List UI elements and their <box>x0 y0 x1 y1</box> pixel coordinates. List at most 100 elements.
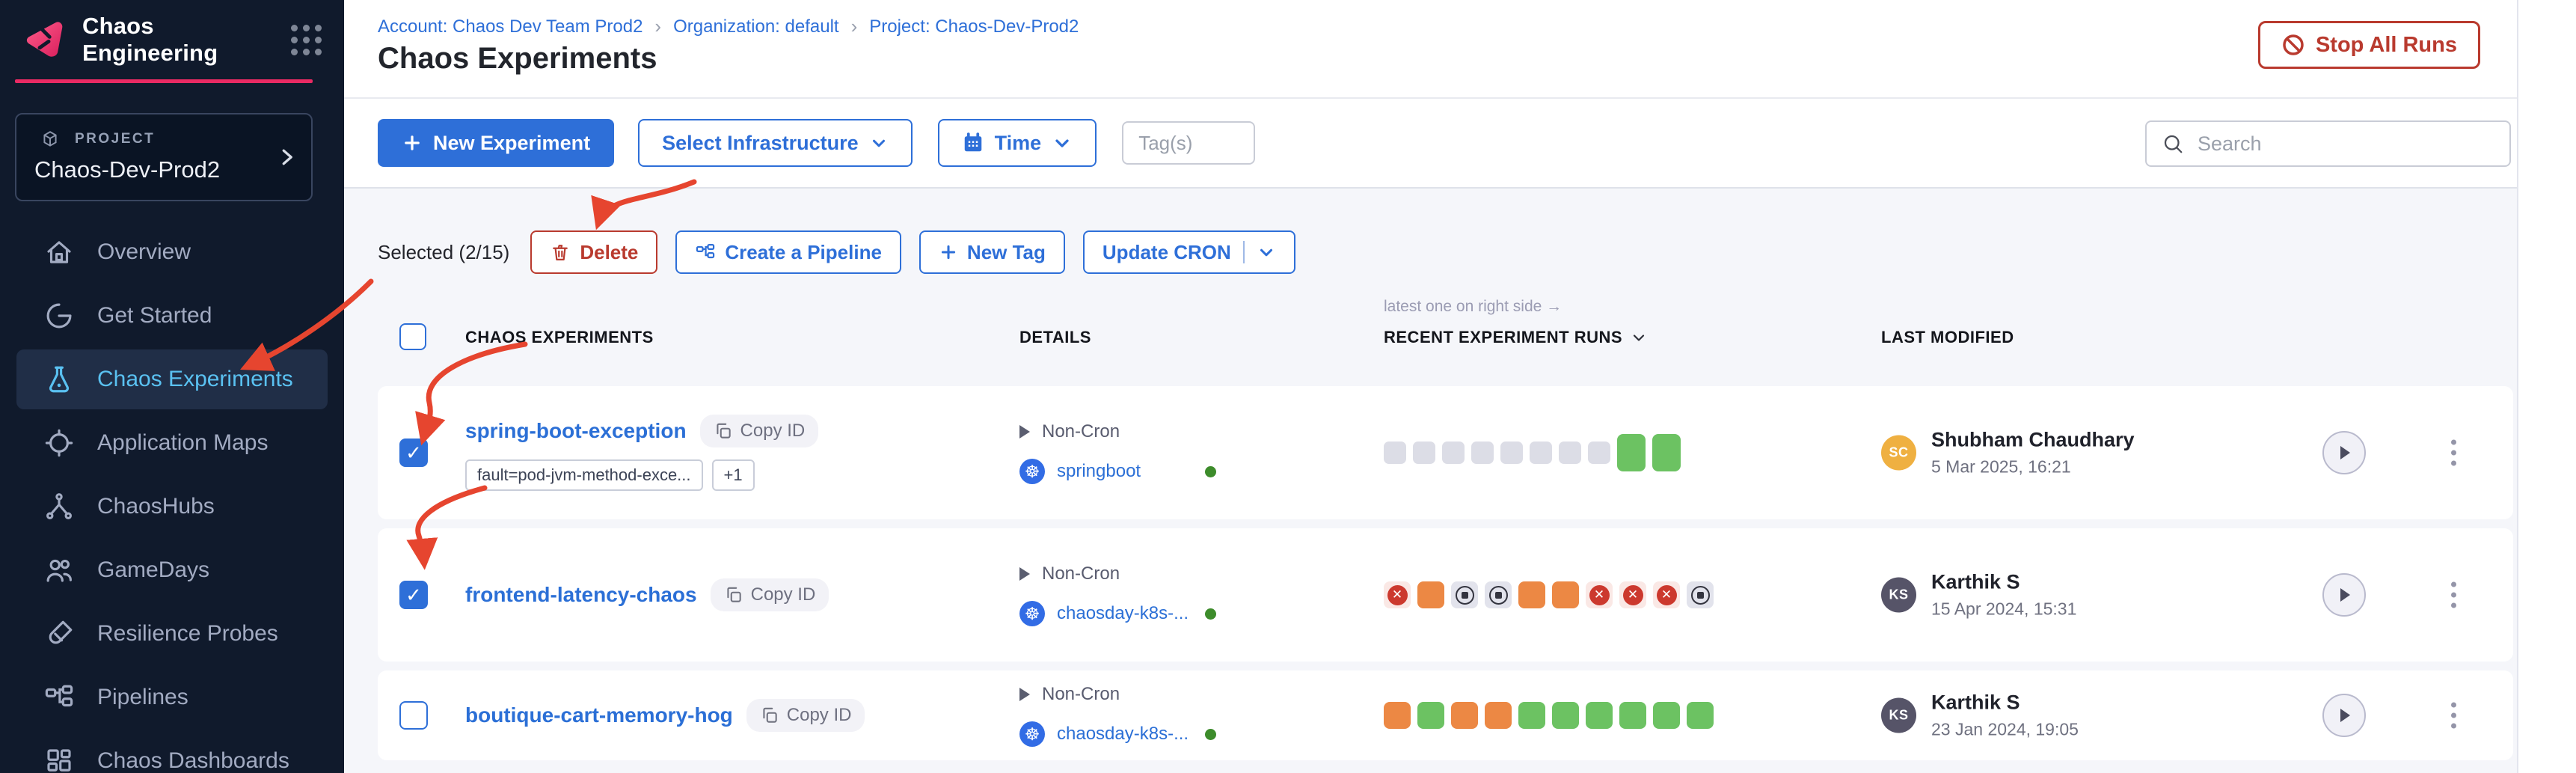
run-indicator-na[interactable] <box>1413 442 1435 464</box>
row-checkbox[interactable] <box>399 581 428 609</box>
sidebar-item-gamedays[interactable]: GameDays <box>16 540 328 600</box>
time-filter-label: Time <box>995 132 1042 155</box>
copy-id-button[interactable]: Copy ID <box>746 699 865 732</box>
tag-more-chip[interactable]: +1 <box>712 459 755 491</box>
run-indicator-na[interactable] <box>1442 442 1465 464</box>
run-experiment-button[interactable] <box>2322 694 2366 737</box>
experiment-name-link[interactable]: frontend-latency-chaos <box>465 583 697 607</box>
run-indicator-passed[interactable] <box>1653 702 1680 729</box>
run-indicator-failed[interactable]: ✕ <box>1653 581 1680 608</box>
run-indicator-error[interactable] <box>1417 581 1444 608</box>
column-header-last-modified[interactable]: LAST MODIFIED <box>1881 328 2014 347</box>
run-indicator-na[interactable] <box>1530 442 1552 464</box>
breadcrumb-org-link[interactable]: Organization: default <box>673 16 838 37</box>
tag-chip[interactable]: fault=pod-jvm-method-exce... <box>465 459 703 491</box>
stop-all-runs-button[interactable]: Stop All Runs <box>2258 21 2480 69</box>
run-indicator-passed[interactable] <box>1417 702 1444 729</box>
infrastructure-link[interactable]: springboot <box>1057 461 1141 482</box>
last-modified-cell: SC Shubham Chaudhary 5 Mar 2025, 16:21 <box>1881 429 2135 477</box>
scrollbar-gutter[interactable] <box>2517 0 2576 773</box>
sidebar-item-overview[interactable]: Overview <box>16 222 328 282</box>
chevron-down-icon <box>869 133 889 153</box>
run-indicator-passed[interactable] <box>1652 434 1681 471</box>
schedule-label: Non-Cron <box>1042 563 1120 584</box>
run-experiment-button[interactable] <box>2322 431 2366 474</box>
run-indicator-na[interactable] <box>1384 442 1406 464</box>
run-indicator-na[interactable] <box>1559 442 1581 464</box>
row-menu-button[interactable] <box>2444 695 2464 736</box>
run-experiment-button[interactable] <box>2322 573 2366 617</box>
sidebar-item-get-started[interactable]: Get Started <box>16 286 328 346</box>
run-indicator-stopped[interactable] <box>1687 581 1714 608</box>
run-indicator-failed[interactable]: ✕ <box>1619 581 1646 608</box>
schedule-row[interactable]: Non-Cron <box>1019 684 1259 705</box>
column-header-experiments[interactable]: CHAOS EXPERIMENTS <box>465 328 654 347</box>
sidebar: Chaos Engineering PROJECT Chaos-Dev-Prod… <box>0 0 344 773</box>
experiment-name-link[interactable]: boutique-cart-memory-hog <box>465 703 733 727</box>
run-indicator-error[interactable] <box>1552 581 1579 608</box>
column-header-runs[interactable]: RECENT EXPERIMENT RUNS <box>1384 328 1648 347</box>
infrastructure-link[interactable]: chaosday-k8s-... <box>1057 724 1189 745</box>
sidebar-item-label: Get Started <box>97 303 212 329</box>
compass-icon <box>43 427 75 459</box>
run-indicator-error[interactable] <box>1451 702 1478 729</box>
new-tag-button[interactable]: New Tag <box>919 230 1065 274</box>
app-switcher-grid-icon[interactable] <box>291 25 322 55</box>
run-indicator-stopped[interactable] <box>1451 581 1478 608</box>
project-selector[interactable]: PROJECT Chaos-Dev-Prod2 <box>15 113 313 201</box>
infrastructure-link[interactable]: chaosday-k8s-... <box>1057 603 1189 624</box>
delete-button[interactable]: Delete <box>530 230 657 274</box>
sidebar-item-chaos-dashboards[interactable]: Chaos Dashboards <box>16 731 328 773</box>
run-indicator-passed[interactable] <box>1586 702 1613 729</box>
search-box[interactable] <box>2145 120 2511 167</box>
details-cell: Non-Cron ☸ chaosday-k8s-... <box>1019 563 1259 626</box>
run-indicator-na[interactable] <box>1500 442 1523 464</box>
breadcrumb-account-link[interactable]: Account: Chaos Dev Team Prod2 <box>378 16 643 37</box>
run-indicator-failed[interactable]: ✕ <box>1586 581 1613 608</box>
run-indicator-passed[interactable] <box>1552 702 1579 729</box>
sidebar-item-resilience-probes[interactable]: Resilience Probes <box>16 604 328 664</box>
run-indicator-passed[interactable] <box>1518 702 1545 729</box>
sidebar-item-pipelines[interactable]: Pipelines <box>16 667 328 727</box>
row-menu-button[interactable] <box>2444 433 2464 474</box>
run-indicator-na[interactable] <box>1471 442 1494 464</box>
run-indicator-passed[interactable] <box>1619 702 1646 729</box>
update-cron-split-button[interactable]: Update CRON <box>1083 230 1295 274</box>
create-pipeline-button[interactable]: Create a Pipeline <box>675 230 901 274</box>
breadcrumb-project-link[interactable]: Project: Chaos-Dev-Prod2 <box>869 16 1079 37</box>
select-infrastructure-label: Select Infrastructure <box>662 132 859 155</box>
copy-id-button[interactable]: Copy ID <box>711 578 829 611</box>
run-indicator-na[interactable] <box>1588 442 1610 464</box>
people-icon <box>43 554 75 586</box>
run-indicator-stopped[interactable] <box>1485 581 1512 608</box>
schedule-row[interactable]: Non-Cron <box>1019 563 1259 584</box>
schedule-row[interactable]: Non-Cron <box>1019 421 1259 442</box>
sidebar-item-chaoshubs[interactable]: ChaosHubs <box>16 477 328 537</box>
sidebar-item-label: Application Maps <box>97 430 268 456</box>
experiment-name-link[interactable]: spring-boot-exception <box>465 419 687 443</box>
run-indicator-error[interactable] <box>1485 702 1512 729</box>
run-indicator-passed[interactable] <box>1687 702 1714 729</box>
chevron-right-icon[interactable] <box>275 146 298 168</box>
last-modified-cell: KS Karthik S 15 Apr 2024, 15:31 <box>1881 571 2076 620</box>
sidebar-item-chaos-experiments[interactable]: Chaos Experiments <box>16 349 328 409</box>
run-indicator-failed[interactable]: ✕ <box>1384 581 1411 608</box>
run-indicator-passed[interactable] <box>1617 434 1646 471</box>
tags-filter-input[interactable] <box>1122 121 1255 165</box>
row-checkbox[interactable] <box>399 701 428 730</box>
delete-label: Delete <box>580 241 638 264</box>
copy-id-button[interactable]: Copy ID <box>700 415 819 447</box>
search-input[interactable] <box>2196 132 2494 156</box>
flask-icon <box>43 364 75 395</box>
main-content: Account: Chaos Dev Team Prod2 › Organiza… <box>344 0 2576 773</box>
select-infrastructure-dropdown[interactable]: Select Infrastructure <box>638 119 913 167</box>
row-menu-button[interactable] <box>2444 575 2464 616</box>
select-all-checkbox[interactable] <box>399 323 426 350</box>
row-checkbox[interactable] <box>399 439 428 467</box>
new-experiment-button[interactable]: New Experiment <box>378 119 614 167</box>
run-indicator-error[interactable] <box>1518 581 1545 608</box>
column-header-details[interactable]: DETAILS <box>1019 328 1091 347</box>
run-indicator-error[interactable] <box>1384 702 1411 729</box>
time-filter-dropdown[interactable]: Time <box>938 119 1097 167</box>
sidebar-item-application-maps[interactable]: Application Maps <box>16 413 328 473</box>
